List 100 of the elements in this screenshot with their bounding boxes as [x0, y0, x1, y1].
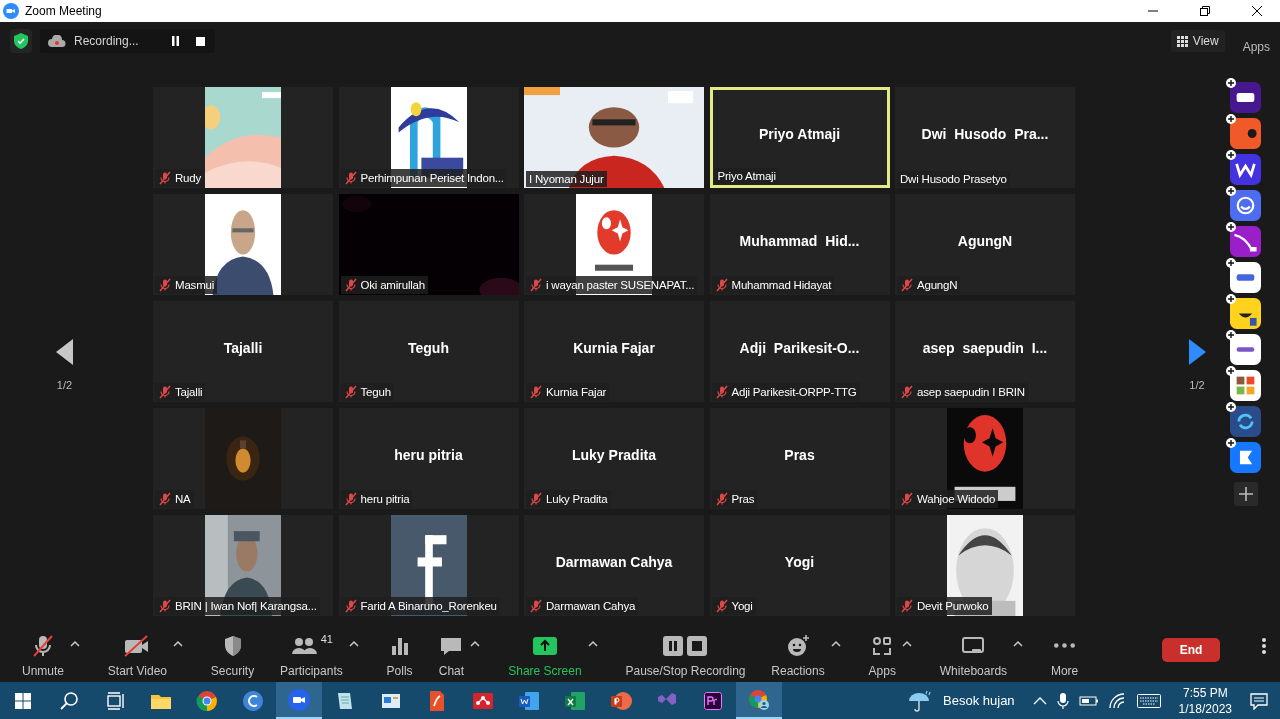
participant-name: Adji Parikesit-O...	[739, 339, 860, 356]
more-options-button[interactable]	[1261, 638, 1266, 654]
umbrella-icon	[907, 688, 934, 713]
shield-button[interactable]: Security	[208, 628, 257, 682]
grid-icon	[1176, 35, 1188, 47]
participant-label: Wahjoe Widodo	[917, 493, 996, 505]
caret-icon	[1013, 640, 1024, 647]
smiley-icon	[785, 633, 812, 658]
plus-icon	[1226, 150, 1236, 160]
add-app-button[interactable]	[1234, 482, 1258, 506]
keyboard-icon[interactable]	[1136, 693, 1161, 708]
app-icon[interactable]	[1230, 370, 1261, 401]
participant-label: Pras	[731, 493, 755, 505]
participant-label: heru pitria	[360, 493, 410, 505]
participant-label: BRIN | Iwan Nof| Karangsa...	[175, 600, 317, 612]
participant-label: Adji Parikesit-ORPP-TTG	[731, 386, 857, 398]
chrome-icon	[195, 688, 219, 713]
record-button[interactable]: Pause/Stop Recording	[623, 628, 748, 682]
camera-button[interactable]: Start Video	[105, 628, 169, 682]
app-icon[interactable]	[1230, 118, 1261, 149]
caret-icon	[587, 640, 598, 647]
participant-name: Pras	[784, 446, 815, 463]
shield-check-icon	[14, 33, 28, 49]
app-icon[interactable]	[1230, 82, 1261, 113]
polls-button[interactable]: Polls	[384, 628, 415, 682]
apps-button[interactable]: Apps	[866, 628, 898, 682]
participant-label: asep saepudin I BRIN	[917, 386, 1025, 398]
reactions-button[interactable]: Reactions	[769, 628, 827, 682]
plus-icon	[1226, 366, 1236, 376]
recording-label: Recording...	[74, 34, 139, 48]
participant-label: Masmui	[175, 279, 215, 291]
app-icon[interactable]	[1230, 442, 1261, 473]
plus-icon	[1226, 78, 1236, 88]
stop-icon	[195, 36, 205, 46]
people-button[interactable]: 41 Participants	[278, 628, 345, 682]
plus-icon	[1226, 294, 1236, 304]
mic-button[interactable]: Unmute	[20, 628, 67, 682]
chevron-up-icon[interactable]	[1032, 695, 1047, 706]
participant-label: Farid A Binaruno_Rorenkeu	[360, 600, 497, 612]
participant-count: 41	[320, 632, 333, 645]
app-icon[interactable]	[1230, 298, 1261, 329]
caret-icon	[830, 640, 841, 647]
plus-icon	[1226, 114, 1236, 124]
security-badge[interactable]	[10, 29, 32, 53]
triangle-left-icon	[55, 339, 74, 365]
window-title: Zoom Meeting	[25, 4, 102, 18]
participant-label: AgungN	[917, 279, 958, 291]
share-button[interactable]: Share Screen	[506, 628, 584, 682]
participant-name: Muhammad Hid...	[739, 232, 860, 249]
participant-label: Dwi Husodo Prasetyo	[900, 173, 1007, 185]
plus-icon	[1226, 438, 1236, 448]
microphone-muted-icon	[30, 633, 56, 658]
participant-label: Luky Pradita	[546, 493, 608, 505]
canva-icon	[241, 688, 265, 713]
taskbar-button[interactable]	[736, 682, 782, 719]
participant-label: Devit Purwoko	[917, 600, 989, 612]
participant-label: Kurnia Fajar	[546, 386, 607, 398]
participant-name: Teguh	[408, 339, 449, 356]
plus-icon	[1226, 258, 1236, 268]
plus-icon	[1226, 186, 1236, 196]
microphone-icon[interactable]	[1056, 691, 1069, 710]
caret-icon	[470, 640, 481, 647]
app-icon[interactable]	[1230, 226, 1261, 257]
page-indicator: 1/2	[56, 379, 73, 391]
previous-page-button[interactable]	[55, 339, 74, 365]
kebab-icon	[1261, 638, 1266, 654]
participant-label: NA	[175, 493, 191, 505]
participant-label: Perhimpunan Periset Indon...	[360, 172, 504, 184]
next-page-button[interactable]	[1188, 339, 1206, 365]
clock-time: 7:55 PM	[1182, 684, 1228, 701]
app-icon[interactable]	[1230, 154, 1261, 185]
view-button[interactable]: View	[1170, 30, 1225, 52]
weather-text[interactable]: Besok hujan	[943, 693, 1015, 708]
notification-icon[interactable]	[1250, 691, 1268, 710]
chat-button[interactable]: Chat	[436, 628, 467, 682]
plus-icon	[1226, 330, 1236, 340]
caret-icon	[348, 640, 359, 647]
battery-icon[interactable]	[1078, 694, 1099, 707]
plus-icon	[1239, 487, 1253, 501]
app-icon[interactable]	[1230, 262, 1261, 293]
wifi-icon[interactable]	[1108, 692, 1127, 709]
participant-label: I Nyoman Jujur	[529, 173, 604, 185]
page-indicator: 1/2	[1189, 379, 1205, 391]
app-icon[interactable]	[1230, 406, 1261, 437]
app-icon[interactable]	[1230, 190, 1261, 221]
close-icon	[1252, 6, 1262, 16]
taskbar-button[interactable]	[276, 682, 322, 719]
video-app-icon	[3, 3, 19, 19]
plus-icon	[1226, 222, 1236, 232]
participant-label: Rudy	[175, 172, 202, 184]
more-button[interactable]: More	[1048, 628, 1081, 682]
end-button[interactable]: End	[1162, 638, 1221, 662]
participant-label: Priyo Atmaji	[717, 170, 776, 182]
participant-name: Dwi Husodo Pra...	[921, 125, 1049, 142]
participant-label: i wayan paster SUSENAPAT...	[546, 279, 695, 291]
clock-date: 1/18/2023	[1178, 700, 1232, 717]
app-icon[interactable]	[1230, 334, 1261, 365]
whiteboard-button[interactable]: Whiteboards	[937, 628, 1010, 682]
pause-stop-icon	[662, 634, 709, 657]
participant-name: Kurnia Fajar	[573, 339, 655, 356]
